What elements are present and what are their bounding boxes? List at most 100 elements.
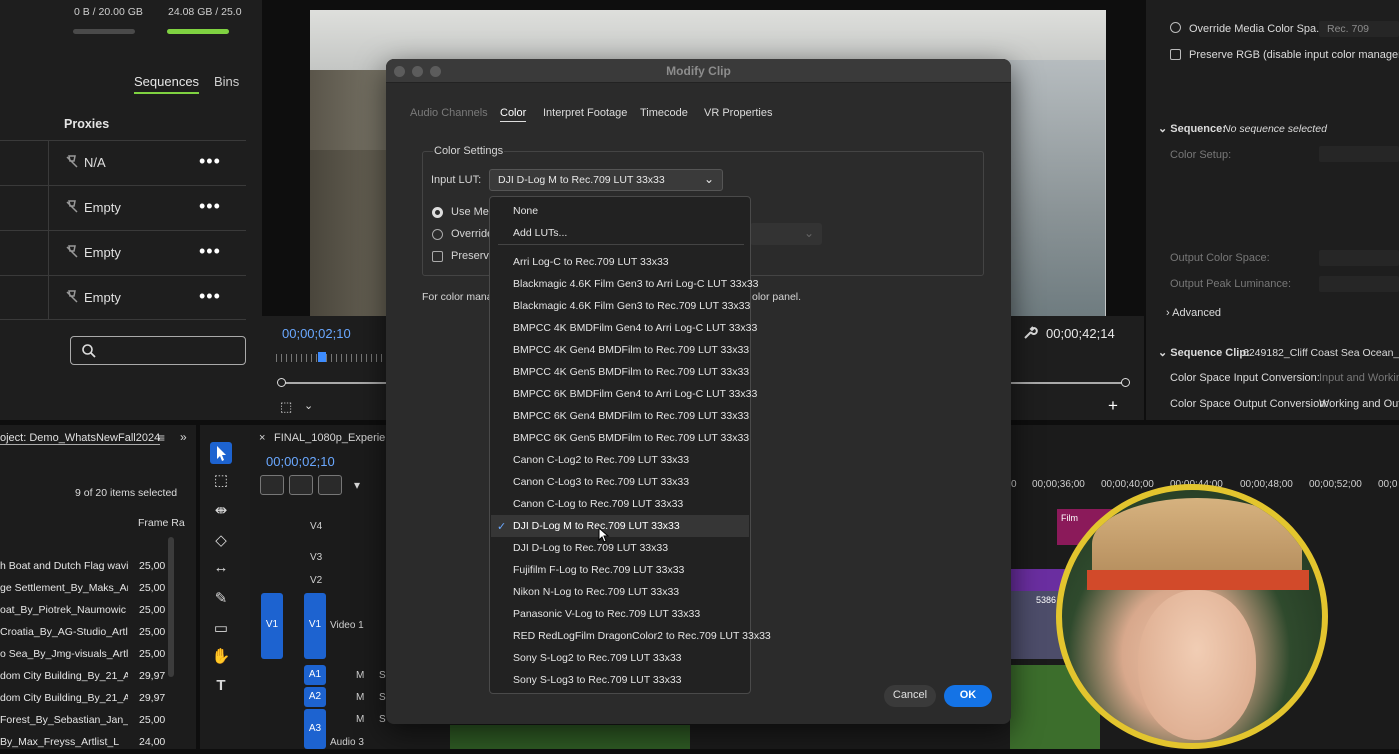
preserve-rgb-checkbox[interactable] — [1170, 49, 1181, 60]
zoom-handle-left[interactable] — [277, 378, 286, 387]
preserve-checkbox[interactable] — [432, 251, 443, 262]
mute-a1[interactable]: M — [356, 670, 364, 681]
list-item[interactable]: Forest_By_Sebastian_Jan_S 25,00 — [0, 710, 165, 732]
lut-option[interactable]: Arri Log-C to Rec.709 LUT 33x33 — [513, 256, 669, 268]
list-item[interactable]: Empty ••• — [0, 275, 246, 320]
lut-option[interactable]: DJI D-Log to Rec.709 LUT 33x33 — [513, 542, 668, 554]
lut-option[interactable]: Blackmagic 4.6K Film Gen3 to Rec.709 LUT… — [513, 300, 750, 312]
list-item[interactable]: Empty ••• — [0, 230, 246, 275]
override-radio[interactable] — [432, 229, 443, 240]
list-item[interactable]: By_Max_Freyss_Artlist_L 24,00 — [0, 732, 165, 754]
list-item[interactable]: oat_By_Piotrek_Naumowic 25,00 — [0, 600, 165, 622]
override-select[interactable]: Rec. 709 — [1319, 21, 1399, 37]
lut-option[interactable]: Fujifilm F-Log to Rec.709 LUT 33x33 — [513, 564, 684, 576]
timeline-timecode[interactable]: 00;00;02;10 — [266, 454, 335, 469]
lut-option[interactable]: DJI D-Log M to Rec.709 LUT 33x33 — [513, 520, 680, 532]
more-icon[interactable]: ••• — [199, 286, 221, 307]
close-icon[interactable]: × — [259, 432, 265, 444]
mute-a2[interactable]: M — [356, 692, 364, 703]
override-select[interactable]: ⌄ — [750, 223, 822, 245]
input-lut-select[interactable]: DJI D-Log M to Rec.709 LUT 33x33 ⌄ — [489, 169, 723, 191]
more-icon[interactable]: ••• — [199, 196, 221, 217]
more-icon[interactable]: ••• — [199, 241, 221, 262]
advanced-toggle[interactable]: › Advanced — [1166, 307, 1221, 319]
lut-option[interactable]: Panasonic V-Log to Rec.709 LUT 33x33 — [513, 608, 700, 620]
project-title[interactable]: oject: Demo_WhatsNewFall2024 — [0, 432, 161, 445]
lut-option[interactable]: BMPCC 6K Gen4 BMDFilm to Rec.709 LUT 33x… — [513, 410, 749, 422]
lut-option[interactable]: Sony S-Log3 to Rec.709 LUT 33x33 — [513, 674, 682, 686]
source-patch-v1[interactable]: V1 — [261, 593, 283, 659]
tab-color[interactable]: Color — [500, 107, 527, 122]
mute-a3[interactable]: M — [356, 714, 364, 725]
snap-button[interactable] — [260, 475, 284, 495]
cancel-button[interactable]: Cancel — [884, 685, 936, 707]
hand-tool-icon[interactable]: ✋ — [210, 647, 232, 669]
solo-a3[interactable]: S — [379, 714, 386, 725]
lut-option[interactable]: Blackmagic 4.6K Film Gen3 to Arri Log-C … — [513, 278, 759, 290]
tab-vr-properties[interactable]: VR Properties — [704, 107, 772, 119]
lut-option[interactable]: BMPCC 4K Gen5 BMDFilm to Rec.709 LUT 33x… — [513, 366, 749, 378]
list-item[interactable]: dom City Building_By_21_A 29,97 — [0, 666, 165, 688]
ripple-edit-tool-icon[interactable]: ⇼ — [210, 501, 232, 523]
tab-interpret-footage[interactable]: Interpret Footage — [543, 107, 627, 119]
add-button-icon[interactable]: + — [1108, 396, 1118, 416]
more-icon[interactable]: ••• — [199, 151, 221, 172]
safe-margins-icon[interactable]: ⬚ — [280, 399, 292, 415]
zoom-bar-left[interactable] — [280, 382, 386, 384]
lut-option[interactable]: Canon C-Log to Rec.709 LUT 33x33 — [513, 498, 683, 510]
list-item[interactable]: o Sea_By_Jmg-visuals_Artlis 25,00 — [0, 644, 165, 666]
tab-timecode[interactable]: Timecode — [640, 107, 688, 119]
expand-panels-icon[interactable]: » — [180, 430, 187, 444]
playhead-timecode[interactable]: 00;00;02;10 — [282, 326, 351, 341]
lut-option[interactable]: Nikon N-Log to Rec.709 LUT 33x33 — [513, 586, 679, 598]
playhead-marker[interactable] — [318, 352, 326, 362]
insert-button[interactable] — [318, 475, 342, 495]
solo-a2[interactable]: S — [379, 692, 386, 703]
list-item[interactable]: ge Settlement_By_Maks_Art 25,00 — [0, 578, 165, 600]
use-media-radio[interactable] — [432, 207, 443, 218]
track-select-tool-icon[interactable]: ⬚ — [210, 471, 232, 493]
lut-option[interactable]: BMPCC 4K BMDFilm Gen4 to Arri Log-C LUT … — [513, 322, 757, 334]
slip-tool-icon[interactable]: ↔ — [210, 559, 232, 581]
search-input[interactable] — [70, 336, 246, 365]
pen-tool-icon[interactable]: ✎ — [210, 589, 232, 611]
csic-value[interactable]: Input and Workin — [1319, 372, 1399, 384]
zoom-bar-right[interactable] — [1010, 382, 1128, 384]
override-radio[interactable] — [1170, 22, 1181, 33]
clip-audio-3[interactable] — [450, 725, 690, 749]
track-target-v1[interactable]: V1 — [304, 593, 326, 659]
solo-a1[interactable]: S — [379, 670, 386, 681]
csoc-value[interactable]: Working and Outp — [1319, 398, 1399, 410]
lut-option[interactable]: Canon C-Log3 to Rec.709 LUT 33x33 — [513, 476, 689, 488]
list-item[interactable]: N/A ••• — [0, 140, 246, 185]
sequence-tab[interactable]: FINAL_1080p_Experienc — [274, 432, 397, 444]
tab-audio-channels[interactable]: Audio Channels — [410, 107, 488, 119]
linked-selection-button[interactable] — [289, 475, 313, 495]
lut-option[interactable]: BMPCC 6K Gen5 BMDFilm to Rec.709 LUT 33x… — [513, 432, 749, 444]
tab-sequences[interactable]: Sequences — [134, 74, 200, 94]
track-target-a3[interactable]: A3 — [304, 709, 326, 749]
sequence-header[interactable]: ⌄ Sequence: — [1158, 122, 1226, 135]
chevron-down-icon[interactable]: ⌄ — [304, 399, 313, 412]
zoom-handle-right[interactable] — [1121, 378, 1130, 387]
scrollbar[interactable] — [168, 537, 174, 677]
list-item[interactable]: Empty ••• — [0, 185, 246, 230]
ok-button[interactable]: OK — [944, 685, 992, 707]
list-item[interactable]: dom City Building_By_21_A 29,97 — [0, 688, 165, 710]
lut-option[interactable]: Sony S-Log2 to Rec.709 LUT 33x33 — [513, 652, 682, 664]
track-target-a2[interactable]: A2 — [304, 687, 326, 707]
selection-tool-icon[interactable] — [210, 442, 232, 464]
lut-option[interactable]: RED RedLogFilm DragonColor2 to Rec.709 L… — [513, 630, 771, 642]
track-target-a1[interactable]: A1 — [304, 665, 326, 685]
lut-option[interactable]: Canon C-Log2 to Rec.709 LUT 33x33 — [513, 454, 689, 466]
lut-option[interactable]: None — [513, 205, 538, 217]
panel-menu-icon[interactable]: ≡ — [158, 431, 165, 445]
lut-option[interactable]: Add LUTs... — [513, 227, 567, 239]
sequence-clip-header[interactable]: ⌄ Sequence Clip: — [1158, 346, 1250, 359]
lut-option[interactable]: BMPCC 6K BMDFilm Gen4 to Arri Log-C LUT … — [513, 388, 757, 400]
list-item[interactable]: Croatia_By_AG-Studio_Artl 25,00 — [0, 622, 165, 644]
wrench-icon[interactable] — [1022, 325, 1038, 341]
type-tool-icon[interactable]: T — [210, 677, 232, 699]
list-item[interactable]: h Boat and Dutch Flag wavi 25,00 — [0, 556, 165, 578]
tab-bins[interactable]: Bins — [214, 74, 239, 89]
